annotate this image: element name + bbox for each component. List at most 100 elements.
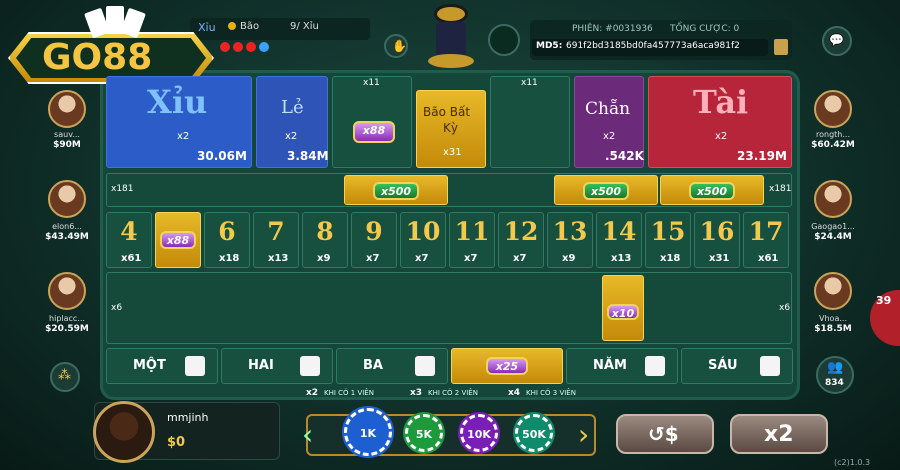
player-money: $60.42M <box>811 140 855 150</box>
sum-multiplier: x61 <box>121 253 142 264</box>
md5-value: 691f2bd3185bd0fa457773a6aca981f2 <box>566 41 740 51</box>
history-dot <box>220 42 230 52</box>
logo-text: GO88 <box>42 37 153 78</box>
single-bet-cell[interactable]: SÁU <box>681 348 793 384</box>
player-avatar-left-1[interactable] <box>48 90 86 128</box>
bao-dot-icon <box>228 22 236 30</box>
bet-bao-any-left[interactable]: x11 x88 <box>332 76 412 168</box>
sum-number: 13 <box>552 217 588 246</box>
history-dot <box>259 42 269 52</box>
bet-le[interactable]: Lẻ x2 3.84M <box>256 76 329 168</box>
single-label: HAI <box>248 358 274 373</box>
triple-cell[interactable]: x500 <box>554 175 658 205</box>
sum-multiplier: x9 <box>562 253 576 264</box>
xiu-label: Xỉu <box>147 83 208 121</box>
triple-cell[interactable]: x500 <box>660 175 764 205</box>
my-name: mmjinh <box>167 411 209 424</box>
chan-amount: .542K <box>605 149 644 163</box>
chip-label: 5K <box>415 428 433 441</box>
sum-bet-cell[interactable]: 16 x31 <box>694 212 740 268</box>
sum-bet-cell[interactable]: 9 x7 <box>351 212 397 268</box>
sum-number: 10 <box>405 217 441 246</box>
chip-10k[interactable]: 10K <box>460 414 498 452</box>
bet-bao-bat-ky[interactable]: Bão Bất Kỳ x31 <box>416 90 486 168</box>
single-bet-cell[interactable]: x25 <box>451 348 563 384</box>
player-name: rongth... <box>816 130 850 139</box>
sum-bet-cell[interactable]: 10 x7 <box>400 212 446 268</box>
sum-multiplier: x18 <box>219 253 240 264</box>
player-avatar-right-1[interactable] <box>814 90 852 128</box>
sum-number: 4 <box>120 217 138 246</box>
player-name: sauv... <box>54 130 80 139</box>
online-users-button[interactable]: 👥 834 <box>816 356 854 394</box>
chip-prev-arrow-icon[interactable]: ‹ <box>302 418 313 451</box>
single-bets-row: MỘT HAI BA x25 NĂM SÁU <box>106 348 793 384</box>
side-event-tab[interactable]: 39 <box>870 290 900 346</box>
single-payout-notes: x2 KHI CÓ 1 VIÊN x3 KHI CÓ 2 VIÊN x4 KHI… <box>306 388 576 398</box>
player-money: $43.49M <box>45 232 89 242</box>
menu-button[interactable]: ⁂ <box>50 362 80 392</box>
sum-number: 11 <box>454 217 490 246</box>
rebet-button[interactable]: ↺$ <box>616 414 714 454</box>
sum-bet-cell[interactable]: 7 x13 <box>253 212 299 268</box>
double-bet-button[interactable]: x2 <box>730 414 828 454</box>
bet-xiu[interactable]: Xỉu x2 30.06M <box>106 76 252 168</box>
sum-bet-cell[interactable]: x88 <box>155 212 201 268</box>
single-bet-cell[interactable]: NĂM <box>566 348 678 384</box>
sum-bet-cell[interactable]: 6 x18 <box>204 212 250 268</box>
share-icon: ⁂ <box>58 368 71 383</box>
triple-badge: x500 <box>373 182 419 200</box>
sum-multiplier: x7 <box>366 253 380 264</box>
sum-multiplier: x9 <box>317 253 331 264</box>
sum-multiplier: x7 <box>415 253 429 264</box>
sum-bet-cell[interactable]: 12 x7 <box>498 212 544 268</box>
single-bet-cell[interactable]: HAI <box>221 348 333 384</box>
sum-bet-cell[interactable]: 13 x9 <box>547 212 593 268</box>
sum-number: 8 <box>316 217 334 246</box>
single-label: NĂM <box>593 358 627 373</box>
sum-multiplier: x18 <box>660 253 681 264</box>
sum-bet-cell[interactable]: 17 x61 <box>743 212 789 268</box>
sum-number: 9 <box>365 217 383 246</box>
sum-bet-cell[interactable]: 4 x61 <box>106 212 152 268</box>
bet-bao-any-right[interactable]: x11 <box>490 76 570 168</box>
sum-bet-cell[interactable]: 8 x9 <box>302 212 348 268</box>
single-bet-cell[interactable]: BA <box>336 348 448 384</box>
sum-number: 12 <box>503 217 539 246</box>
player-avatar-right-3[interactable] <box>814 272 852 310</box>
sum-multiplier: x61 <box>758 253 779 264</box>
triple-cell[interactable]: x500 <box>344 175 448 205</box>
single-label: SÁU <box>708 358 738 373</box>
bet-tai[interactable]: Tài x2 23.19M <box>648 76 792 168</box>
sum-bets-row: 4 x61 x88 6 x18 7 x13 8 x9 9 x7 10 x7 11 x7 12 x7 13 x9 14 x… <box>106 212 792 268</box>
side-badge-count: 39 <box>876 294 892 307</box>
md5-field: MD5: 691f2bd3185bd0fa457773a6aca981f2 <box>532 39 768 56</box>
sum-number: 16 <box>699 217 735 246</box>
player-avatar-right-2[interactable] <box>814 180 852 218</box>
sum-number: 6 <box>218 217 236 246</box>
shaker-toggle-button[interactable] <box>488 24 520 56</box>
tai-multiplier: x2 <box>715 131 728 142</box>
my-player-panel: mmjinh $0 <box>93 401 280 463</box>
single-badge: x25 <box>486 357 528 375</box>
copy-icon[interactable] <box>774 39 788 55</box>
chip-50k[interactable]: 50K <box>515 414 553 452</box>
player-avatar-left-2[interactable] <box>48 180 86 218</box>
total-bet: TỔNG CƯỢC: 0 <box>670 24 740 34</box>
sum-bet-cell[interactable]: 15 x18 <box>645 212 691 268</box>
single-bet-cell[interactable]: MỘT <box>106 348 218 384</box>
bet-chan[interactable]: Chẵn x2 .542K <box>574 76 644 168</box>
chat-button[interactable]: 💬 <box>822 26 852 56</box>
player-name: Gaogao1... <box>811 222 855 231</box>
chan-multiplier: x2 <box>603 131 616 142</box>
mute-button[interactable]: ✋ <box>384 34 408 58</box>
my-avatar[interactable] <box>93 401 155 463</box>
sum-bet-cell[interactable]: 14 x13 <box>596 212 642 268</box>
pair-cell[interactable]: x10 <box>602 275 644 341</box>
sum-bet-cell[interactable]: 11 x7 <box>449 212 495 268</box>
chip-5k[interactable]: 5K <box>405 414 443 452</box>
chip-1k[interactable]: 1K <box>344 408 392 456</box>
sum-multiplier: x13 <box>268 253 289 264</box>
player-avatar-left-3[interactable] <box>48 272 86 310</box>
sum-number: 15 <box>650 217 686 246</box>
